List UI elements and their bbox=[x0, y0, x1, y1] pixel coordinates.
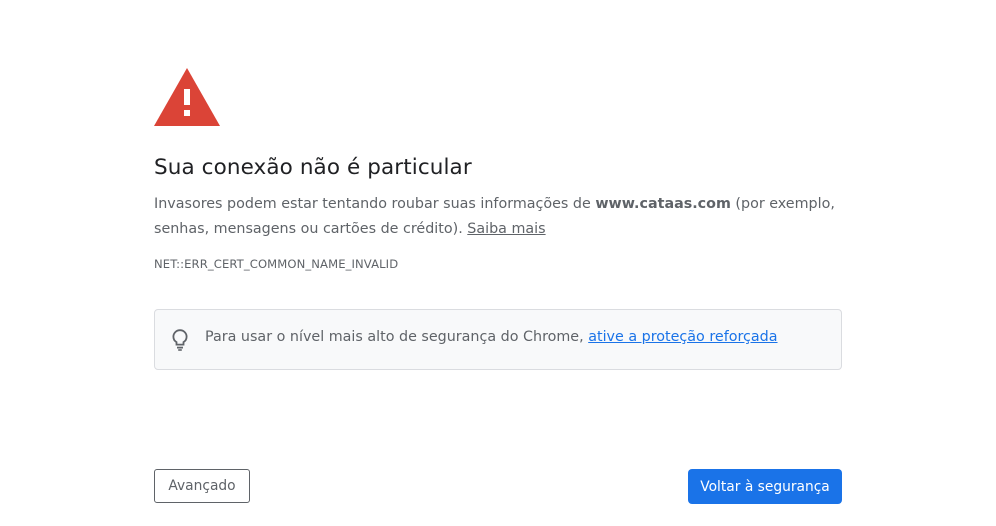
error-code: NET::ERR_CERT_COMMON_NAME_INVALID bbox=[154, 257, 399, 271]
learn-more-link[interactable]: Saiba mais bbox=[467, 221, 545, 237]
ssl-error-page: Sua conexão não é particular Invasores p… bbox=[0, 0, 996, 526]
lightbulb-icon bbox=[172, 329, 188, 351]
back-to-safety-button[interactable]: Voltar à segurança bbox=[688, 469, 842, 504]
error-explanation: Invasores podem estar tentando roubar su… bbox=[154, 192, 842, 242]
warning-triangle-icon bbox=[154, 68, 220, 126]
explanation-prefix: Invasores podem estar tentando roubar su… bbox=[154, 196, 596, 212]
site-domain: www.cataas.com bbox=[595, 196, 731, 212]
page-title: Sua conexão não é particular bbox=[154, 155, 472, 180]
interstitial-content: Sua conexão não é particular Invasores p… bbox=[154, 68, 842, 370]
enhanced-protection-link[interactable]: ative a proteção reforçada bbox=[588, 329, 777, 345]
advanced-button[interactable]: Avançado bbox=[154, 469, 250, 503]
promo-message: Para usar o nível mais alto de segurança… bbox=[205, 329, 589, 345]
promo-text: Para usar o nível mais alto de segurança… bbox=[205, 329, 778, 345]
enhanced-protection-promo: Para usar o nível mais alto de segurança… bbox=[154, 309, 842, 370]
